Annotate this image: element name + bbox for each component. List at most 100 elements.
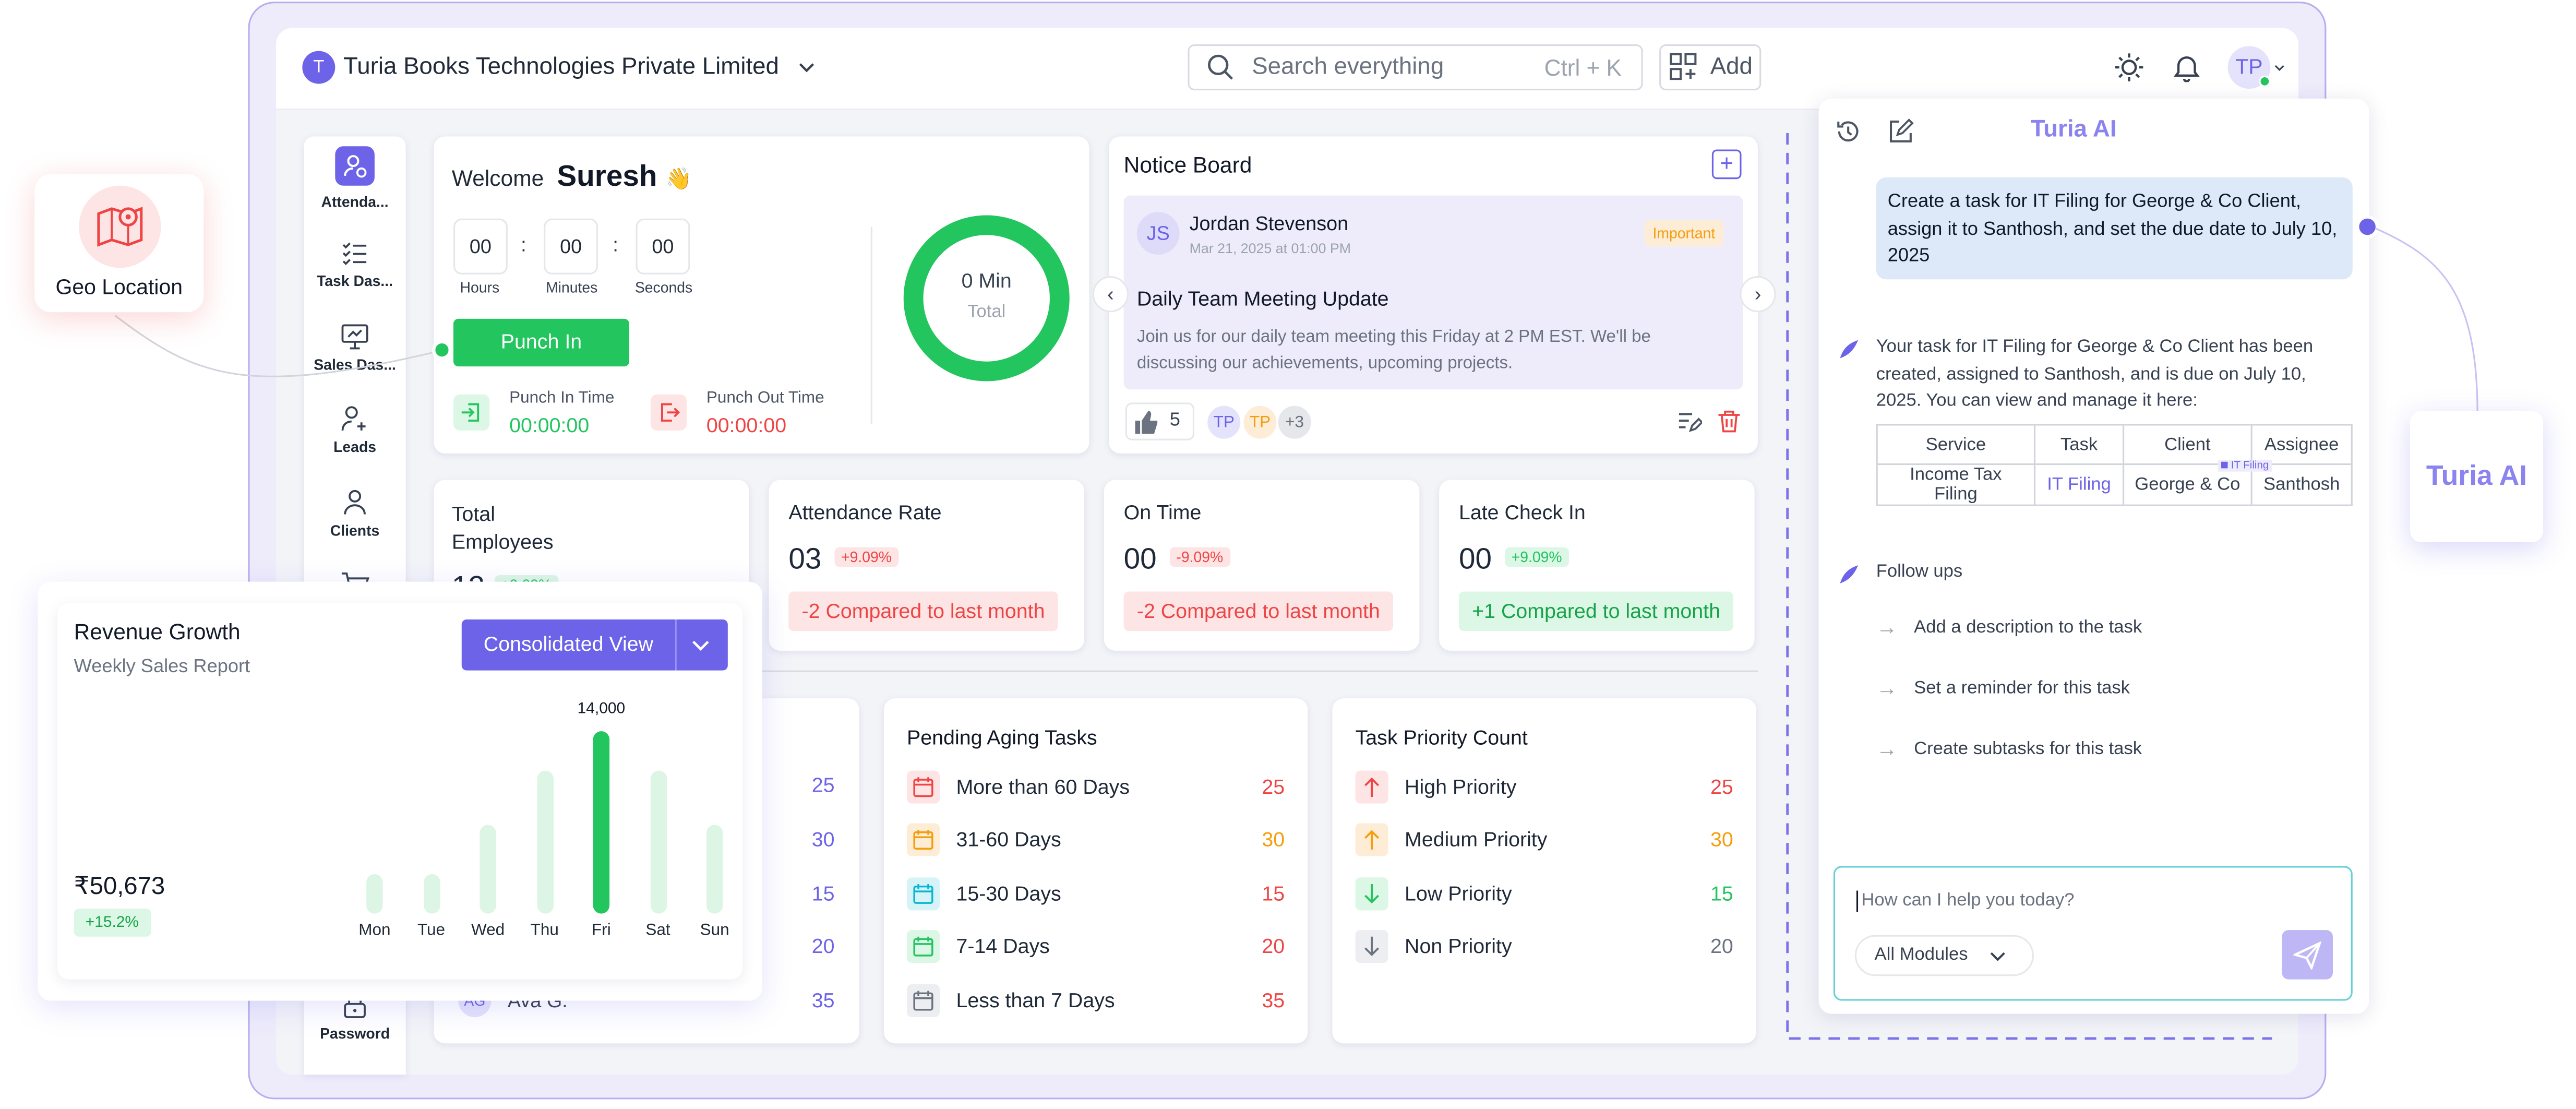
sidebar-item-label: Attenda... — [321, 194, 389, 211]
add-label: Add — [1710, 54, 1753, 81]
add-notice-button[interactable]: + — [1711, 149, 1742, 180]
chart-bar[interactable] — [650, 770, 666, 914]
stat-card-late-check-in: Late Check In 00 +9.09% +1 Compared to l… — [1439, 480, 1755, 651]
next-arrow-button[interactable]: › — [1740, 276, 1776, 313]
bar-chart — [350, 730, 728, 914]
history-icon[interactable] — [1835, 118, 1861, 145]
trash-icon[interactable] — [1717, 409, 1741, 434]
punch-in-button[interactable]: Punch In — [453, 318, 629, 367]
list-item[interactable]: 31-60 Days 30 — [907, 823, 1285, 856]
stat-value: 00 — [1123, 542, 1157, 576]
user-prompt: Create a task for IT Filing for George &… — [1887, 192, 2338, 267]
stat-title-line: Total — [451, 503, 496, 526]
like-count: 5 — [1169, 411, 1180, 431]
sidebar-item-label: Leads — [333, 438, 377, 456]
row-value: 30 — [1710, 828, 1733, 851]
sidebar-item-clients[interactable]: Clients — [304, 488, 405, 539]
stat-value: 00 — [1458, 542, 1492, 576]
revenue-title: Revenue Growth — [74, 619, 241, 645]
stat-compare: -2 Compared to last month — [788, 591, 1058, 631]
seconds-box: 00 — [636, 218, 690, 275]
list-item[interactable]: High Priority 25 — [1355, 770, 1733, 804]
bell-icon[interactable] — [2172, 53, 2201, 82]
calendar-icon — [907, 770, 940, 804]
edit-list-icon[interactable] — [1678, 409, 1702, 434]
followup-item[interactable]: → Create subtasks for this task — [1876, 736, 2142, 761]
arrow-up-icon — [1355, 823, 1388, 856]
list-item[interactable]: 15-30 Days 15 — [907, 877, 1285, 911]
company-avatar[interactable]: T — [302, 51, 336, 84]
row-label: Medium Priority — [1405, 828, 1548, 851]
stat-title-line: Employees — [451, 530, 554, 554]
list-item[interactable]: Less than 7 Days 35 — [907, 984, 1285, 1017]
chevron-down-icon[interactable] — [2274, 63, 2285, 74]
chart-bar[interactable] — [593, 731, 610, 914]
ring-label: Total — [967, 302, 1006, 323]
turia-ai-badge-label: Turia AI — [2426, 460, 2527, 492]
connector-line — [2375, 228, 2478, 413]
row-label: More than 60 Days — [956, 776, 1130, 799]
logout-icon — [661, 403, 680, 422]
ai-input-placeholder: How can I help you today? — [1861, 890, 2075, 911]
chart-tick-label: Sat — [645, 922, 670, 940]
peak-value-label: 14,000 — [577, 700, 626, 718]
tag-text: IT Filing — [2231, 460, 2269, 472]
sidebar-item-label: Clients — [330, 522, 380, 539]
author-avatar: JS — [1136, 212, 1180, 255]
sidebar-item-attendance[interactable]: Attenda... — [304, 194, 405, 210]
company-name[interactable]: Turia Books Technologies Private Limited — [343, 54, 779, 80]
list-item[interactable]: 7-14 Days 20 — [907, 930, 1285, 963]
chevron-down-icon[interactable] — [797, 57, 817, 77]
row-label: Less than 7 Days — [956, 989, 1115, 1012]
hours-box: 00 — [453, 218, 508, 275]
important-tag: Important — [1644, 220, 1723, 247]
sidebar-item-leads[interactable]: Leads — [304, 404, 405, 456]
ai-input-box[interactable] — [1833, 866, 2353, 1001]
connector-line — [114, 315, 444, 377]
geo-location-label: Geo Location — [55, 274, 183, 300]
list-value: 20 — [811, 935, 835, 958]
time-separator: : — [613, 233, 618, 257]
chart-bar[interactable] — [366, 874, 383, 914]
stat-compare: -2 Compared to last month — [1123, 591, 1394, 631]
row-value: 20 — [1262, 935, 1285, 958]
welcome-user-name: Suresh 👋 — [557, 159, 692, 194]
it-filing-tag: IT Filing — [2218, 460, 2272, 472]
user-name: Suresh — [557, 159, 657, 193]
viewer-count: +3 — [1276, 404, 1313, 440]
table-cell-link[interactable]: IT Filing — [2033, 463, 2125, 506]
list-item[interactable]: More than 60 Days 25 — [907, 770, 1285, 804]
list-item[interactable]: Non Priority 20 — [1355, 930, 1733, 963]
prev-arrow-button[interactable]: ‹ — [1092, 276, 1129, 313]
list-item[interactable]: Medium Priority 30 — [1355, 823, 1733, 856]
row-label: High Priority — [1405, 776, 1517, 799]
author-name: Jordan Stevenson — [1189, 212, 1349, 235]
minutes-box: 00 — [544, 218, 598, 275]
hours-label: Hours — [460, 279, 500, 296]
seconds-label: Seconds — [634, 279, 693, 296]
arrow-up-icon — [1355, 770, 1388, 804]
total-time-ring — [903, 215, 1070, 381]
ai-sparkle-icon — [1840, 340, 1859, 359]
row-value: 25 — [1710, 776, 1733, 799]
consolidated-view-button[interactable]: Consolidated View — [461, 619, 676, 671]
user-icon — [344, 490, 366, 515]
sun-icon[interactable] — [2114, 53, 2144, 82]
stat-badge: +9.09% — [1505, 547, 1569, 567]
followup-item[interactable]: → Set a reminder for this task — [1876, 675, 2130, 700]
online-status-dot — [2259, 75, 2271, 87]
ai-sparkle-icon — [1840, 565, 1859, 583]
search-placeholder: Search everything — [1252, 54, 1444, 81]
chart-bar[interactable] — [423, 874, 440, 914]
stat-card-attendance-rate: Attendance Rate 03 +9.09% -2 Compared to… — [769, 480, 1085, 651]
search-icon — [1208, 54, 1233, 80]
list-item[interactable]: Low Priority 15 — [1355, 877, 1733, 911]
chart-bar[interactable] — [536, 770, 553, 914]
chart-bar[interactable] — [706, 825, 723, 914]
revenue-subtitle: Weekly Sales Report — [74, 657, 250, 677]
chart-bar[interactable] — [480, 825, 496, 914]
row-value: 20 — [1710, 935, 1733, 958]
sidebar-item-task-dashboard[interactable]: Task Das... — [304, 239, 405, 289]
followup-item[interactable]: → Add a description to the task — [1876, 615, 2142, 639]
edit-icon[interactable] — [1888, 118, 1914, 145]
